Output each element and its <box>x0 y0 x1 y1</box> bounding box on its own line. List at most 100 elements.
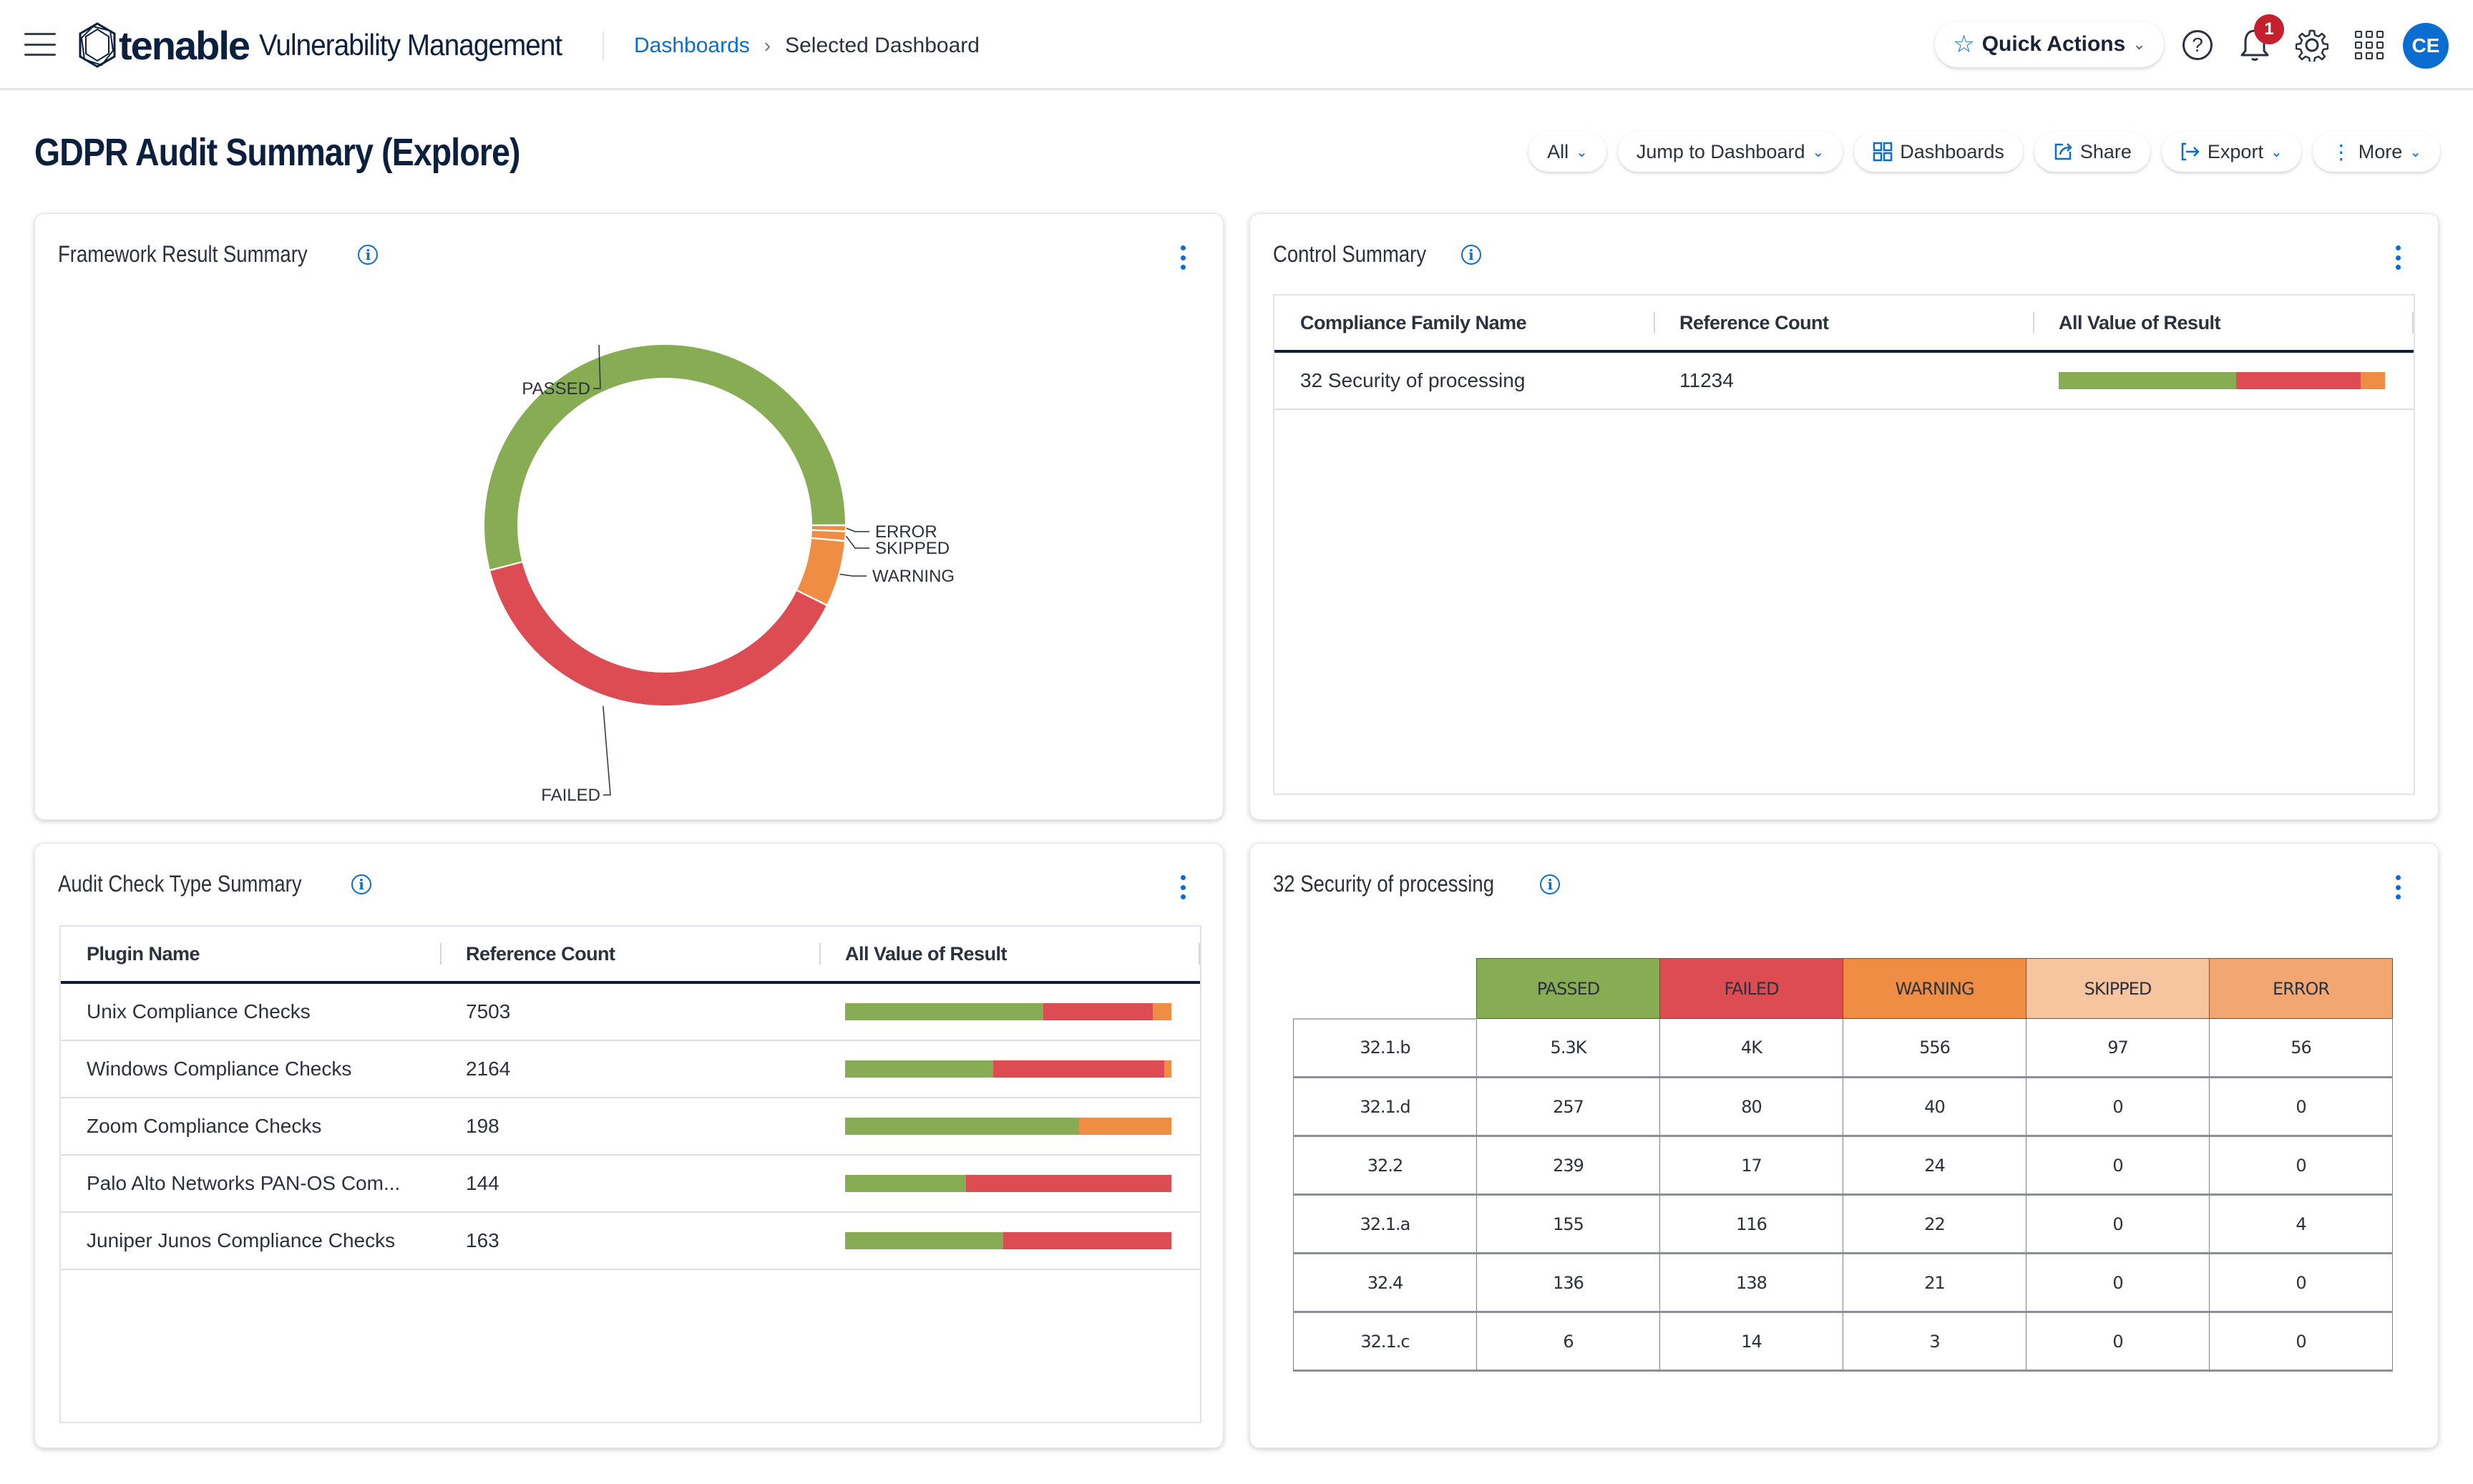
heatmap-cell[interactable]: 3 <box>1843 1312 2026 1372</box>
bar-segment-failed[interactable] <box>993 1060 1165 1078</box>
heatmap-cell[interactable]: 24 <box>1843 1136 2026 1196</box>
info-icon[interactable]: i <box>1460 244 1481 265</box>
tenable-hexagon-logo-icon <box>79 22 116 68</box>
heatmap-cell[interactable]: 80 <box>1659 1077 1843 1137</box>
heatmap-cell[interactable]: 138 <box>1659 1253 1843 1313</box>
heatmap-cell[interactable]: 0 <box>2026 1077 2210 1137</box>
bar-segment-passed[interactable] <box>845 1232 1004 1249</box>
heatmap-cell[interactable]: 0 <box>2209 1312 2393 1372</box>
bar-segment-warning[interactable] <box>1153 1003 1171 1020</box>
dashboard-actions-toolbar: All ⌄ Jump to Dashboard ⌄ Dashboards Sha… <box>1528 132 2440 172</box>
table-row[interactable]: Unix Compliance Checks 7503 <box>61 984 1200 1041</box>
user-avatar[interactable]: CE <box>2403 23 2449 69</box>
heatmap-cell[interactable]: 6 <box>1476 1312 1660 1372</box>
jump-to-dashboard-dropdown[interactable]: Jump to Dashboard ⌄ <box>1617 132 1843 172</box>
heatmap-cell[interactable]: 5.3K <box>1476 1018 1660 1078</box>
label-leader-line <box>846 527 869 532</box>
heatmap-cell[interactable]: 21 <box>1843 1253 2026 1313</box>
bar-segment-failed[interactable] <box>2235 372 2361 389</box>
heatmap-column-header: ERROR <box>2209 958 2393 1019</box>
heatmap-cell[interactable]: 116 <box>1659 1194 1843 1254</box>
hamburger-menu-icon[interactable] <box>24 33 56 56</box>
quick-actions-button[interactable]: ☆ Quick Actions ⌄ <box>1935 21 2164 67</box>
heatmap-cell[interactable]: 0 <box>2026 1136 2210 1196</box>
heatmap-cell[interactable]: 257 <box>1476 1077 1660 1137</box>
chevron-down-icon: ⌄ <box>2409 144 2421 160</box>
dashboards-button[interactable]: Dashboards <box>1854 132 2023 172</box>
donut-slice-failed[interactable] <box>490 562 826 706</box>
table-row[interactable]: Juniper Junos Compliance Checks 163 <box>61 1213 1200 1270</box>
bar-segment-failed[interactable] <box>965 1175 1171 1192</box>
reference-count: 163 <box>466 1229 499 1251</box>
info-icon[interactable]: i <box>358 244 379 265</box>
tenable-logo[interactable]: tenable Vulnerability Management <box>77 20 588 70</box>
filter-all-dropdown[interactable]: All ⌄ <box>1528 132 1606 172</box>
heatmap-cell[interactable]: 56 <box>2209 1018 2393 1078</box>
breadcrumb-dashboards-link[interactable]: Dashboards <box>634 34 750 58</box>
donut-label-skipped: SKIPPED <box>875 539 950 558</box>
heatmap-cell[interactable]: 239 <box>1476 1136 1660 1196</box>
heatmap-column-header: SKIPPED <box>2026 958 2210 1019</box>
table-row[interactable]: Palo Alto Networks PAN-OS Com... 144 <box>61 1156 1200 1213</box>
heatmap-cell[interactable]: 0 <box>2026 1253 2210 1313</box>
info-icon[interactable]: i <box>351 874 372 894</box>
heatmap-cell[interactable]: 0 <box>2026 1312 2210 1372</box>
bar-segment-failed[interactable] <box>1043 1003 1153 1020</box>
column-header-reference-count[interactable]: Reference Count <box>1654 312 2033 333</box>
compliance-family-name: 32 Security of processing <box>1300 369 1526 391</box>
table-row[interactable]: Zoom Compliance Checks 198 <box>61 1098 1200 1156</box>
heatmap-cell[interactable]: 4K <box>1659 1018 1843 1078</box>
table-row[interactable]: 32 Security of processing 11234 <box>1274 353 2414 410</box>
heatmap-cell[interactable]: 136 <box>1476 1253 1660 1313</box>
heatmap-cell[interactable]: 22 <box>1843 1194 2026 1254</box>
column-header-plugin-name[interactable]: Plugin Name <box>61 943 440 965</box>
plugin-name: Windows Compliance Checks <box>87 1058 352 1080</box>
bar-segment-passed[interactable] <box>845 1003 1043 1020</box>
notification-count-badge: 1 <box>2254 14 2284 44</box>
settings-button[interactable] <box>2293 26 2331 64</box>
widget-menu-kebab-icon[interactable] <box>2394 875 2402 899</box>
heatmap-cell[interactable]: 17 <box>1659 1136 1843 1196</box>
bar-segment-warning[interactable] <box>1164 1060 1171 1078</box>
column-header-reference-count[interactable]: Reference Count <box>440 943 819 965</box>
app-switcher-button[interactable] <box>2350 26 2389 64</box>
column-header-compliance-family[interactable]: Compliance Family Name <box>1274 312 1654 333</box>
widget-menu-kebab-icon[interactable] <box>2394 245 2402 270</box>
donut-slice-error[interactable] <box>811 526 845 531</box>
widget-menu-kebab-icon[interactable] <box>1179 875 1187 899</box>
donut-slice-warning[interactable] <box>797 539 844 605</box>
heatmap-cell[interactable]: 556 <box>1843 1018 2026 1078</box>
heatmap-cell[interactable]: 14 <box>1659 1312 1843 1372</box>
heatmap-cell[interactable]: 0 <box>2026 1194 2210 1254</box>
widget-menu-kebab-icon[interactable] <box>1179 245 1187 270</box>
more-label: More <box>2358 140 2403 162</box>
heatmap-cell[interactable]: 40 <box>1843 1077 2026 1137</box>
donut-label-warning: WARNING <box>872 567 955 586</box>
reference-count: 2164 <box>466 1058 511 1080</box>
more-dropdown[interactable]: ⋮ More ⌄ <box>2312 132 2440 172</box>
bar-segment-passed[interactable] <box>845 1118 1079 1135</box>
heatmap-cell[interactable]: 0 <box>2209 1253 2393 1313</box>
info-icon[interactable]: i <box>1540 874 1561 894</box>
bar-segment-failed[interactable] <box>1003 1232 1171 1249</box>
share-button[interactable]: Share <box>2034 132 2150 172</box>
donut-slice-skipped[interactable] <box>811 530 845 540</box>
table-row[interactable]: SonicWALL SonicOS Compliance ... 78 <box>61 1405 1200 1422</box>
bar-segment-passed[interactable] <box>845 1060 994 1078</box>
column-header-result[interactable]: All Value of Result <box>2033 312 2414 333</box>
column-header-result[interactable]: All Value of Result <box>819 943 1200 965</box>
heatmap-cell[interactable]: 97 <box>2026 1018 2210 1078</box>
heatmap-row-label: 32.1.a <box>1293 1194 1477 1254</box>
heatmap-cell[interactable]: 4 <box>2209 1194 2393 1254</box>
bar-segment-passed[interactable] <box>845 1175 966 1192</box>
export-button[interactable]: Export ⌄ <box>2161 132 2301 172</box>
heatmap-cell[interactable]: 0 <box>2209 1136 2393 1196</box>
help-button[interactable]: ? <box>2178 26 2217 64</box>
heatmap-cell[interactable]: 155 <box>1476 1194 1660 1254</box>
table-row[interactable]: Windows Compliance Checks 2164 <box>61 1041 1200 1098</box>
bar-segment-passed[interactable] <box>2059 372 2236 389</box>
bar-segment-warning[interactable] <box>1078 1118 1171 1135</box>
plugin-name: Juniper Junos Compliance Checks <box>87 1229 396 1251</box>
bar-segment-warning[interactable] <box>2361 372 2385 389</box>
heatmap-cell[interactable]: 0 <box>2209 1077 2393 1137</box>
